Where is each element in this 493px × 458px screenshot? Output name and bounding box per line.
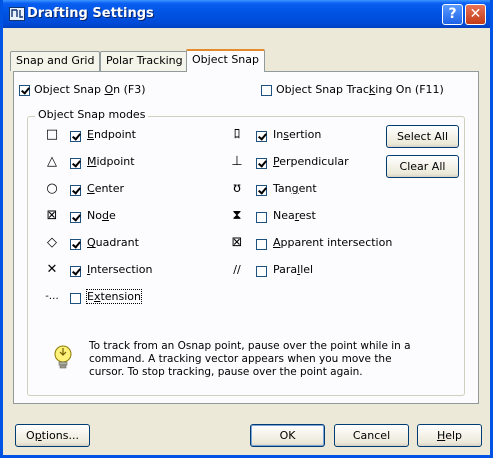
object-snap-on-checkbox[interactable] <box>19 85 30 96</box>
ok-button[interactable]: OK <box>250 424 325 447</box>
intersection-checkbox[interactable] <box>70 266 81 277</box>
extension-label[interactable]: Extension <box>85 289 143 304</box>
center-icon: ○ <box>46 181 58 196</box>
window-title: Drafting Settings <box>27 6 154 21</box>
node-checkbox[interactable] <box>70 212 81 223</box>
nearest-checkbox[interactable] <box>256 212 267 223</box>
endpoint-label[interactable]: Endpoint <box>87 128 136 141</box>
select-all-button[interactable]: Select All <box>386 125 459 148</box>
help-title-button[interactable]: ? <box>442 4 463 25</box>
intersection-label[interactable]: Intersection <box>87 263 152 276</box>
drafting-settings-icon <box>9 7 25 21</box>
perpendicular-icon: ⊥ <box>231 154 243 169</box>
apparent-intersection-icon: ⊠ <box>231 235 243 250</box>
midpoint-label[interactable]: Midpoint <box>87 155 135 168</box>
insertion-checkbox[interactable] <box>256 131 267 142</box>
help-button[interactable]: Help <box>417 424 482 447</box>
tangent-checkbox[interactable] <box>256 185 267 196</box>
apparent-intersection-label[interactable]: Apparent intersection <box>273 236 392 249</box>
midpoint-checkbox[interactable] <box>70 158 81 169</box>
intersection-icon: ✕ <box>46 262 58 277</box>
quadrant-label[interactable]: Quadrant <box>87 236 139 249</box>
parallel-label[interactable]: Parallel <box>273 263 313 276</box>
center-label[interactable]: Center <box>87 182 124 195</box>
object-snap-modes-title: Object Snap modes <box>35 108 149 121</box>
apparent-intersection-checkbox[interactable] <box>256 239 267 250</box>
tab-object-snap[interactable]: Object Snap <box>186 49 265 72</box>
endpoint-checkbox[interactable] <box>70 131 81 142</box>
perpendicular-label[interactable]: Perpendicular <box>273 155 349 168</box>
close-button[interactable]: ✕ <box>465 4 486 25</box>
cancel-button[interactable]: Cancel <box>334 424 409 447</box>
clear-all-button[interactable]: Clear All <box>386 155 459 178</box>
nearest-label[interactable]: Nearest <box>273 209 316 222</box>
nearest-icon: ⧗ <box>232 208 242 223</box>
lightbulb-icon <box>54 345 72 369</box>
tangent-icon: ʊ <box>232 181 242 196</box>
node-label[interactable]: Node <box>87 209 116 222</box>
parallel-icon: ∕∕ <box>233 263 241 276</box>
drafting-settings-dialog: Drafting Settings ? ✕ Snap and Grid Pola… <box>0 0 493 458</box>
parallel-checkbox[interactable] <box>256 266 267 277</box>
quadrant-checkbox[interactable] <box>70 239 81 250</box>
extension-checkbox[interactable] <box>70 293 81 304</box>
object-snap-tracking-checkbox[interactable] <box>261 85 272 96</box>
quadrant-icon: ◇ <box>47 235 57 250</box>
node-icon: ⊠ <box>46 208 58 223</box>
tab-snap-and-grid[interactable]: Snap and Grid <box>10 51 101 71</box>
object-snap-tracking-label[interactable]: Object Snap Tracking On (F11) <box>276 83 444 96</box>
title-bar[interactable]: Drafting Settings ? ✕ <box>3 0 490 28</box>
insertion-label[interactable]: Insertion <box>273 128 321 141</box>
extension-icon: -… <box>45 291 59 302</box>
midpoint-icon: △ <box>47 154 57 169</box>
tangent-label[interactable]: Tangent <box>273 182 317 195</box>
object-snap-on-label[interactable]: Object Snap On (F3) <box>34 83 146 96</box>
endpoint-icon: □ <box>45 127 59 142</box>
options-button[interactable]: Options... <box>15 424 90 447</box>
tracking-info-text: To track from an Osnap point, pause over… <box>89 340 411 378</box>
perpendicular-checkbox[interactable] <box>256 158 267 169</box>
tab-polar-tracking[interactable]: Polar Tracking <box>100 51 189 71</box>
center-checkbox[interactable] <box>70 185 81 196</box>
insertion-icon: ﾛ <box>233 127 241 142</box>
